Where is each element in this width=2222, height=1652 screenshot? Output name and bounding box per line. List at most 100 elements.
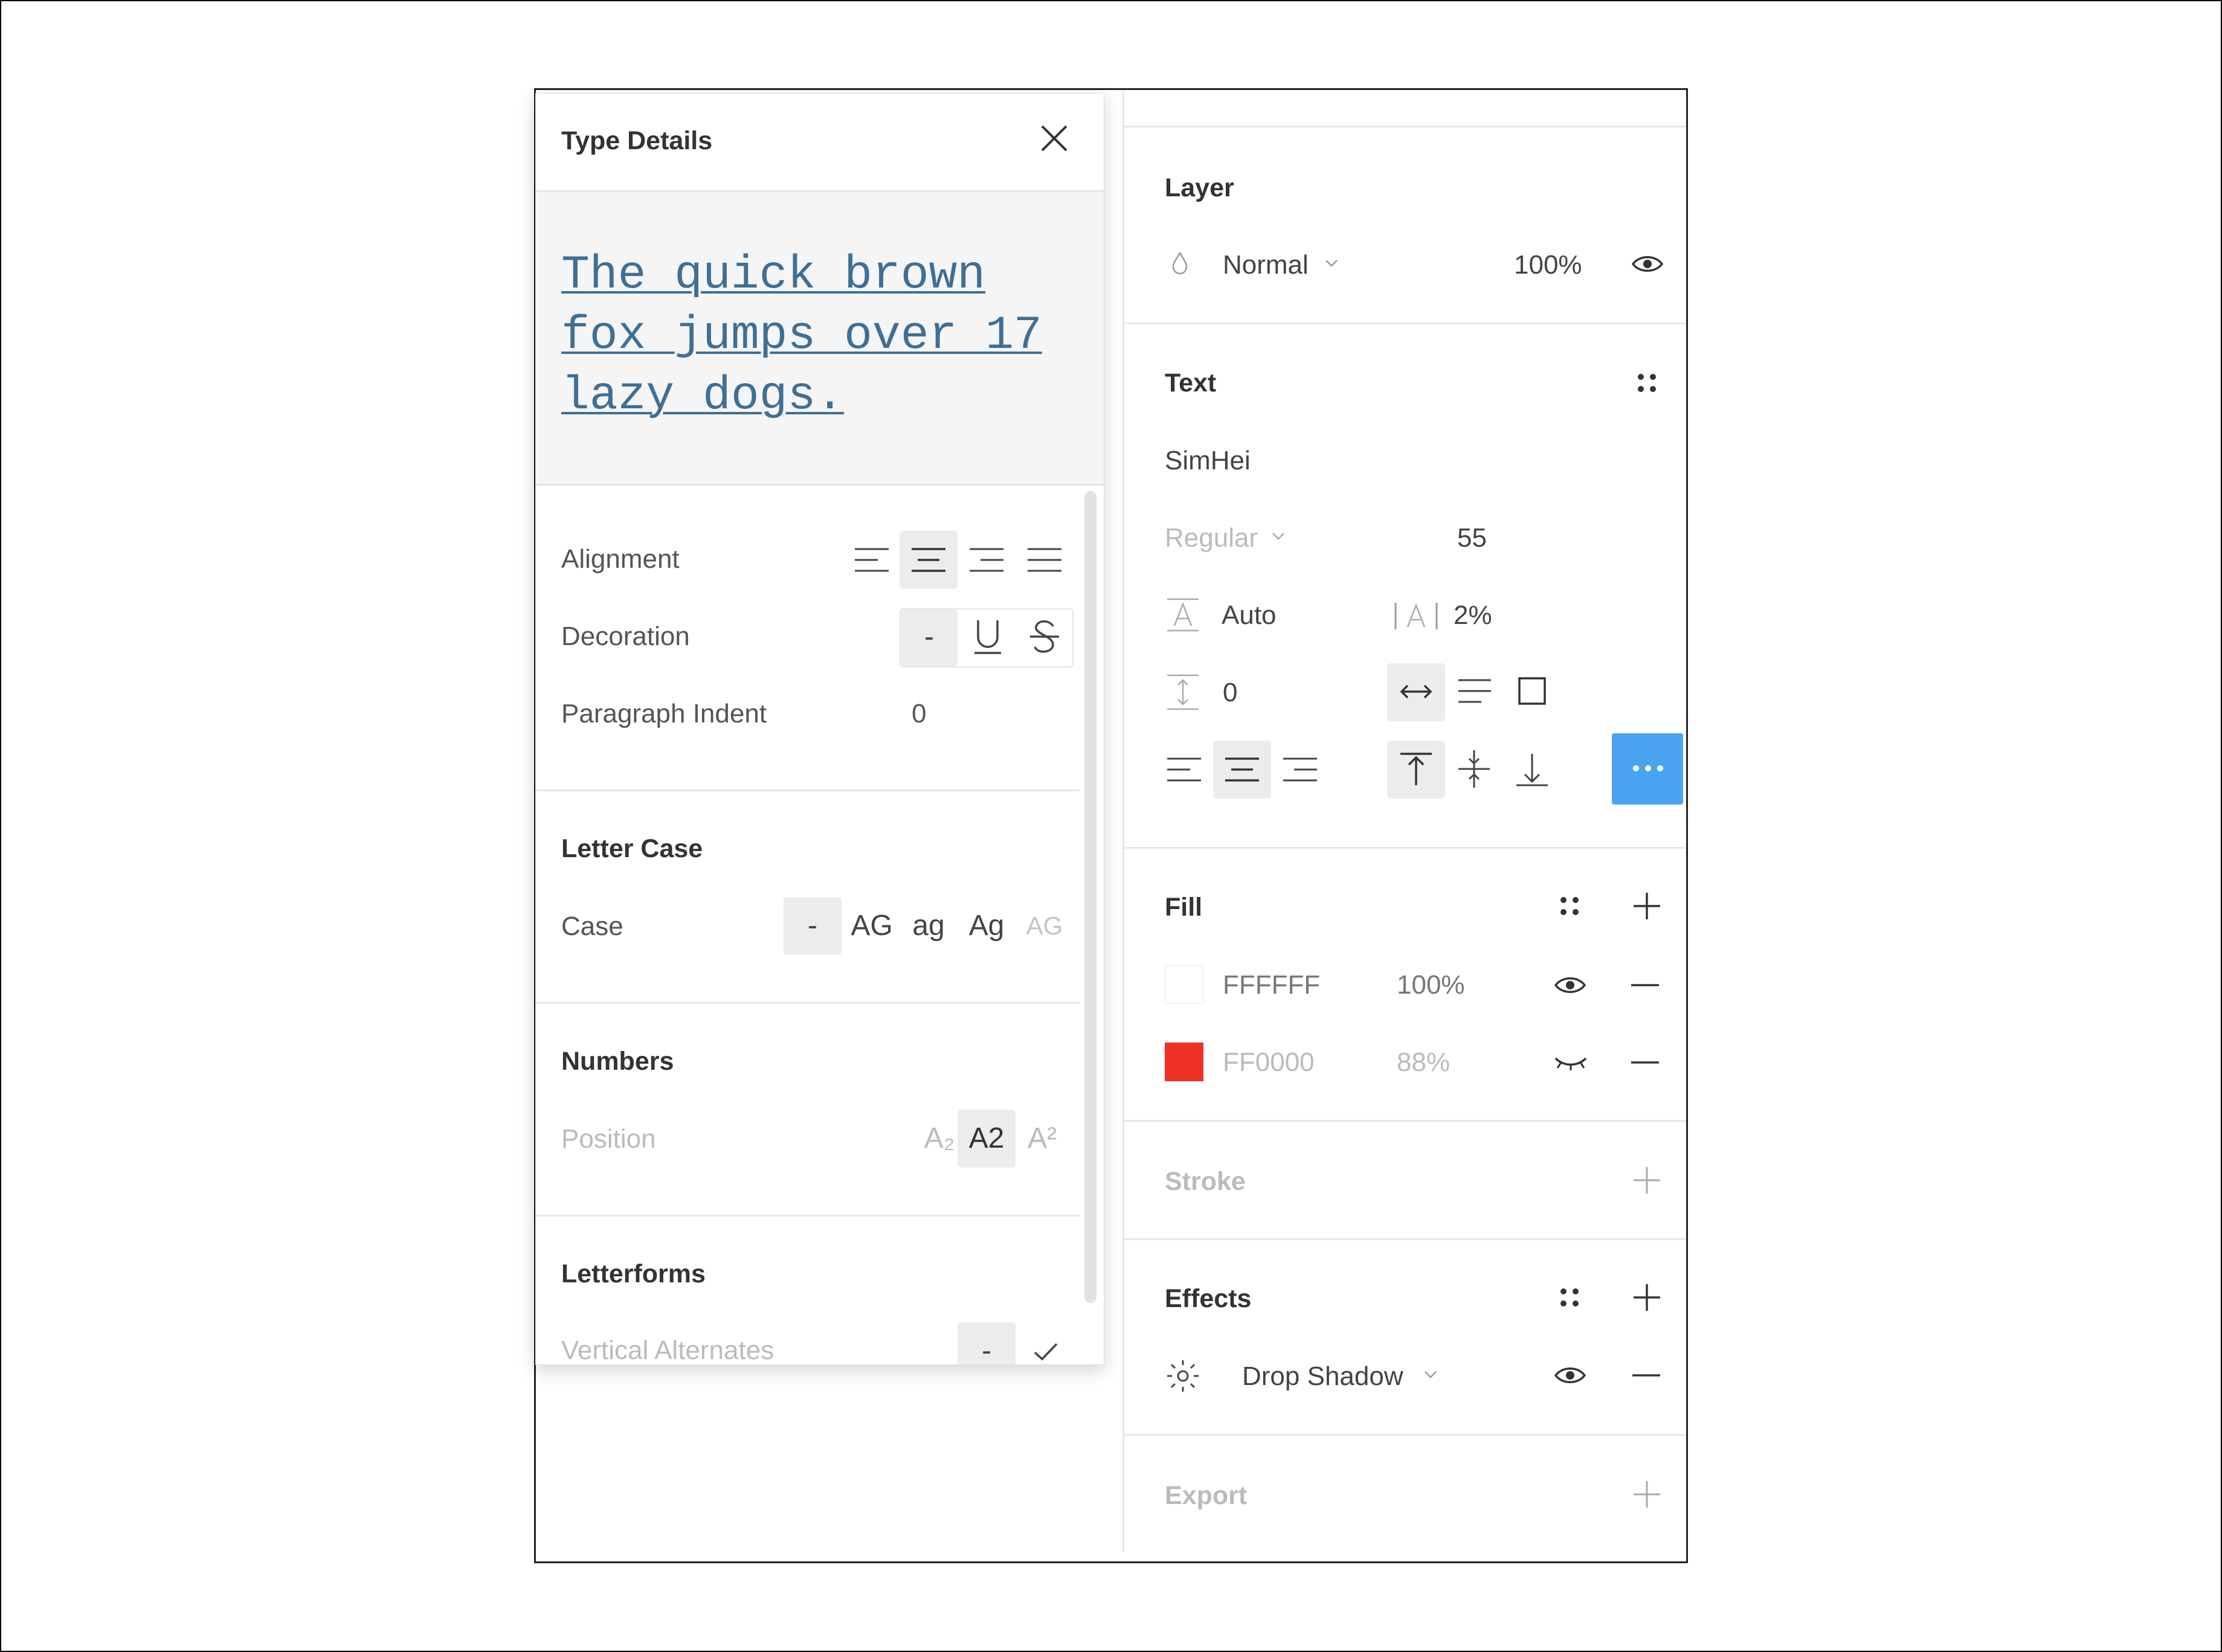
effect-type-select[interactable]: Drop Shadow [1242, 1361, 1403, 1392]
fill-row: FFFFFF 100% [1165, 964, 1684, 1006]
type-details-popup: Type Details The quick brown fox jumps o… [535, 93, 1104, 1365]
case-label: Case [561, 911, 623, 941]
letter-case-header: Letter Case [561, 834, 703, 863]
panel-left-divider [1122, 91, 1124, 1551]
text-align-center-icon [1225, 757, 1259, 782]
indent-divider [536, 789, 1080, 791]
case-small-caps-button[interactable]: AG [1016, 911, 1074, 940]
align-middle-icon[interactable] [1457, 749, 1491, 789]
fill-opacity-input[interactable]: 88% [1397, 1047, 1450, 1078]
blend-mode-drop-icon [1172, 251, 1188, 275]
fill-color-swatch[interactable] [1165, 1043, 1203, 1081]
type-preview-area: The quick brown fox jumps over 17 lazy d… [536, 192, 1104, 484]
layer-opacity-input[interactable]: 100% [1514, 250, 1582, 280]
export-section-header: Export [1165, 1481, 1248, 1510]
type-preview-text: The quick brown fox jumps over 17 lazy d… [561, 245, 1042, 426]
layer-section-header: Layer [1165, 173, 1234, 202]
paragraph-indent-label: Paragraph Indent [561, 699, 767, 728]
effects-divider [1124, 1434, 1686, 1436]
fill-hex-input[interactable]: FF0000 [1223, 1047, 1315, 1078]
case-none-label: - [808, 910, 817, 942]
chevron-down-icon [1325, 260, 1338, 267]
vertical-alternates-none-label: - [982, 1335, 991, 1365]
fill-color-swatch[interactable] [1165, 965, 1203, 1004]
underline-icon[interactable] [972, 618, 1003, 655]
eye-closed-icon[interactable] [1554, 1052, 1588, 1073]
paragraph-indent-input[interactable]: 0 [912, 699, 926, 729]
numbers-divider [536, 1215, 1080, 1217]
auto-width-icon [1400, 684, 1432, 699]
align-center-icon [912, 548, 945, 572]
letterforms-header: Letterforms [561, 1259, 706, 1288]
eye-icon[interactable] [1554, 1365, 1586, 1386]
add-stroke-plus-icon[interactable] [1632, 1166, 1661, 1195]
numbers-header: Numbers [561, 1047, 674, 1076]
fill-divider [1124, 1120, 1686, 1122]
text-styles-grid-icon[interactable] [1635, 371, 1659, 395]
panel-top-divider [1124, 126, 1686, 127]
effects-section-header: Effects [1165, 1284, 1252, 1313]
popup-title: Type Details [561, 126, 713, 155]
font-weight-select[interactable]: Regular [1165, 523, 1258, 553]
preview-line: fox jumps over 17 [561, 309, 1042, 362]
effect-settings-sun-icon[interactable] [1165, 1358, 1201, 1394]
eye-icon[interactable] [1631, 254, 1664, 274]
font-family-select[interactable]: SimHei [1165, 446, 1251, 476]
case-divider [536, 1002, 1080, 1004]
alignment-label: Alignment [561, 544, 680, 574]
auto-height-icon[interactable] [1457, 678, 1492, 705]
text-section-header: Text [1165, 368, 1217, 397]
position-superscript-button[interactable]: A² [1013, 1122, 1071, 1155]
text-align-right-icon[interactable] [1282, 756, 1318, 783]
align-justify-icon[interactable] [1026, 547, 1063, 573]
add-export-plus-icon[interactable] [1632, 1480, 1661, 1509]
strikethrough-icon[interactable] [1029, 618, 1060, 655]
effect-styles-grid-icon[interactable] [1557, 1285, 1582, 1310]
more-options-icon [1633, 765, 1663, 771]
case-uppercase-button[interactable]: AG [843, 909, 901, 942]
decoration-label: Decoration [561, 622, 690, 651]
text-align-left-icon[interactable] [1166, 756, 1202, 783]
position-normal-label: A2 [968, 1122, 1005, 1154]
remove-fill-minus-icon[interactable] [1631, 983, 1659, 987]
decoration-none-label: - [924, 621, 934, 653]
blend-mode-select[interactable]: Normal [1223, 250, 1309, 280]
paragraph-spacing-icon [1167, 674, 1199, 710]
chevron-down-icon [1272, 533, 1284, 540]
stroke-divider [1124, 1238, 1686, 1240]
align-top-icon [1400, 753, 1432, 785]
preview-divider [536, 484, 1104, 486]
fixed-size-icon[interactable] [1518, 677, 1547, 705]
fill-hex-input[interactable]: FFFFFF [1223, 970, 1320, 1000]
fill-row: FF0000 88% [1165, 1041, 1684, 1084]
close-icon[interactable] [1040, 124, 1069, 153]
preview-line: The quick brown [561, 249, 986, 302]
fill-styles-grid-icon[interactable] [1557, 894, 1582, 918]
line-height-icon [1167, 598, 1199, 632]
paragraph-spacing-input[interactable]: 0 [1223, 678, 1237, 708]
remove-fill-minus-icon[interactable] [1631, 1061, 1659, 1064]
add-fill-plus-icon[interactable] [1632, 892, 1661, 921]
vertical-alternates-label: Vertical Alternates [561, 1335, 774, 1365]
popup-scrollbar[interactable] [1084, 491, 1097, 1303]
align-left-icon[interactable] [854, 547, 890, 573]
align-bottom-icon[interactable] [1515, 751, 1549, 788]
layer-divider [1124, 323, 1686, 324]
case-lowercase-button[interactable]: ag [900, 909, 958, 942]
align-right-icon[interactable] [968, 547, 1005, 573]
text-divider [1124, 847, 1686, 849]
preview-line: lazy dogs. [561, 370, 845, 423]
line-height-input[interactable]: Auto [1222, 600, 1277, 631]
fill-opacity-input[interactable]: 100% [1397, 970, 1465, 1000]
remove-effect-minus-icon[interactable] [1632, 1374, 1660, 1377]
font-size-input[interactable]: 55 [1457, 523, 1487, 553]
position-label: Position [561, 1124, 656, 1154]
add-effect-plus-icon[interactable] [1632, 1283, 1661, 1312]
stroke-section-header: Stroke [1165, 1167, 1246, 1196]
chevron-down-icon [1425, 1371, 1437, 1378]
eye-icon[interactable] [1554, 975, 1586, 995]
case-title-button[interactable]: Ag [958, 909, 1016, 942]
letter-spacing-input[interactable]: 2% [1454, 600, 1492, 631]
letter-spacing-icon [1394, 603, 1438, 629]
checkmark-icon[interactable] [1032, 1342, 1059, 1362]
